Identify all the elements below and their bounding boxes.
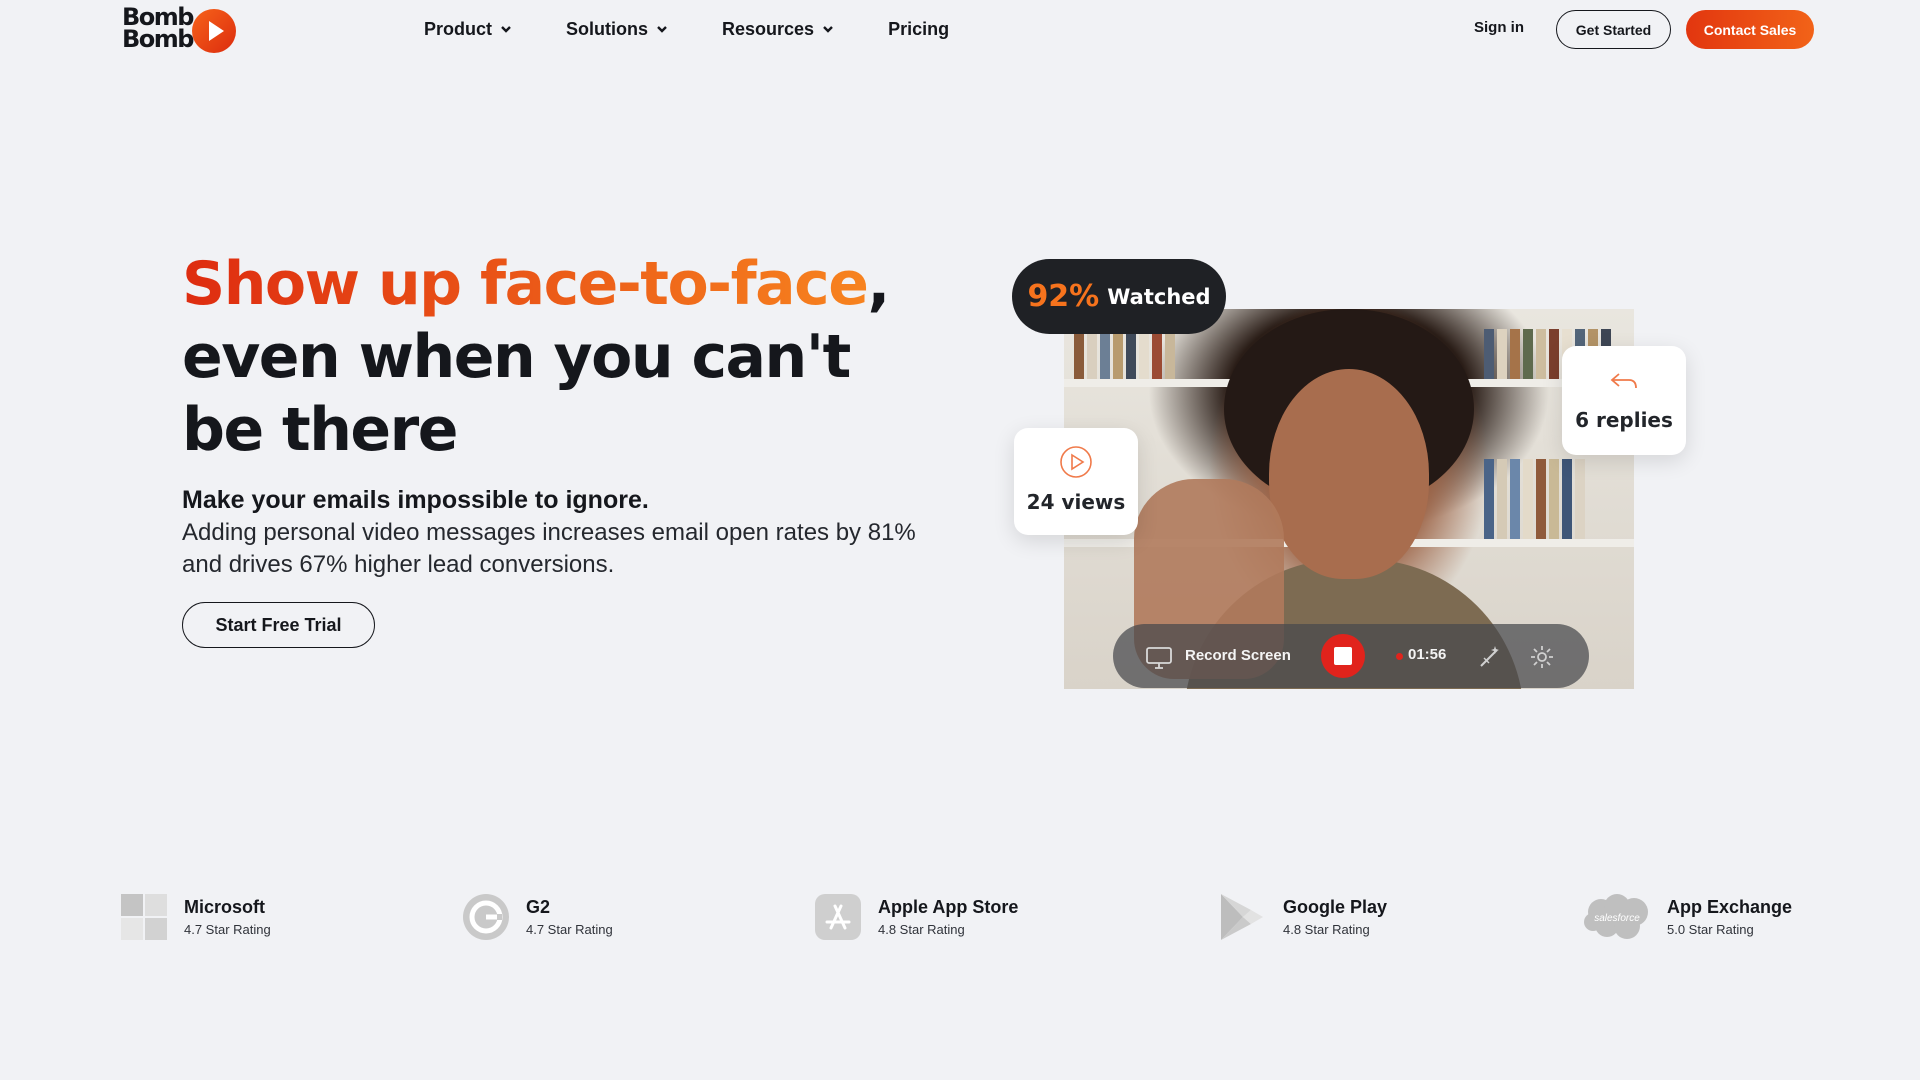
rating-apple-app-store[interactable]: Apple App Store 4.8 Star Rating [815,892,1075,942]
watched-badge: 92% Watched [1012,259,1226,334]
logo-wordmark: Bomb Bomb [122,3,194,53]
rating-name: Apple App Store [878,897,1019,917]
google-play-icon [1221,894,1263,940]
rating-score: 4.7 Star Rating [526,922,613,937]
chevron-down-icon [823,26,833,33]
headline-highlight: Show up face-to-face [182,249,869,319]
recording-toolbar: Record Screen 01:56 [1113,624,1589,688]
rating-name: Microsoft [184,897,265,917]
microsoft-icon [121,894,167,940]
salesforce-logo-text: salesforce [1594,913,1640,924]
hero-subheadline: Make your emails impossible to ignore. [182,486,649,514]
sign-in-link[interactable]: Sign in [1474,19,1524,36]
rating-score: 4.7 Star Rating [184,922,271,937]
rating-g2[interactable]: G2 4.7 Star Rating [463,892,703,942]
play-logo-icon [192,9,236,53]
replies-count: 6 replies [1575,408,1673,432]
hero-body: Adding personal video messages increases… [182,519,916,578]
nav-resources[interactable]: Resources [722,16,834,42]
g2-icon [463,894,509,940]
nav-pricing[interactable]: Pricing [888,16,949,42]
nav-resources-label: Resources [722,18,815,39]
watched-percent: 92% [1027,279,1100,314]
nav-pricing-label: Pricing [888,18,950,39]
record-screen-label[interactable]: Record Screen [1185,647,1291,664]
stop-icon [1334,647,1352,665]
nav-solutions[interactable]: Solutions [566,16,668,42]
app-store-icon [815,894,861,940]
rating-microsoft[interactable]: Microsoft 4.7 Star Rating [121,892,361,942]
nav-solutions-label: Solutions [566,18,649,39]
rating-google-play[interactable]: Google Play 4.8 Star Rating [1219,892,1459,942]
magic-wand-icon[interactable] [1477,644,1503,670]
play-circle-icon [1060,446,1092,478]
replies-card: 6 replies [1562,346,1686,455]
gear-icon[interactable] [1529,644,1555,670]
rating-name: Google Play [1283,897,1388,917]
nav-product-label: Product [424,18,493,39]
rating-score: 4.8 Star Rating [878,922,965,937]
views-card: 24 views [1014,428,1138,535]
site-header: Bomb Bomb Product Solutions Resources Pr… [0,0,1920,60]
bookshelf [1484,459,1585,539]
monitor-icon[interactable] [1145,646,1173,670]
watched-label: Watched [1107,284,1211,309]
headline-comma: , [867,249,890,319]
main-nav: Product Solutions Resources Pricing [424,16,1003,42]
headline-rest: even when you can't be there [182,322,851,465]
views-count: 24 views [1026,490,1126,514]
bookshelf [1074,329,1175,379]
rating-score: 5.0 Star Rating [1667,922,1754,937]
rating-name: G2 [526,897,551,917]
rating-score: 4.8 Star Rating [1283,922,1370,937]
rating-app-exchange[interactable]: salesforce App Exchange 5.0 Star Rating [1583,892,1813,942]
start-free-trial-button[interactable]: Start Free Trial [182,602,375,648]
reply-arrow-icon [1610,373,1637,389]
chevron-down-icon [501,26,511,33]
chevron-down-icon [657,26,667,33]
nav-product[interactable]: Product [424,16,512,42]
hero-headline: Show up face-to-face, even when you can'… [182,248,942,467]
recording-dot-icon [1396,653,1403,660]
contact-sales-button[interactable]: Contact Sales [1686,10,1814,49]
salesforce-icon: salesforce [1584,894,1648,939]
stop-recording-button[interactable] [1321,634,1365,678]
bombbomb-logo[interactable]: Bomb Bomb [122,3,242,54]
get-started-button[interactable]: Get Started [1556,10,1671,49]
rating-name: App Exchange [1667,897,1793,917]
person-face [1269,369,1429,579]
recording-timer: 01:56 [1408,646,1447,663]
